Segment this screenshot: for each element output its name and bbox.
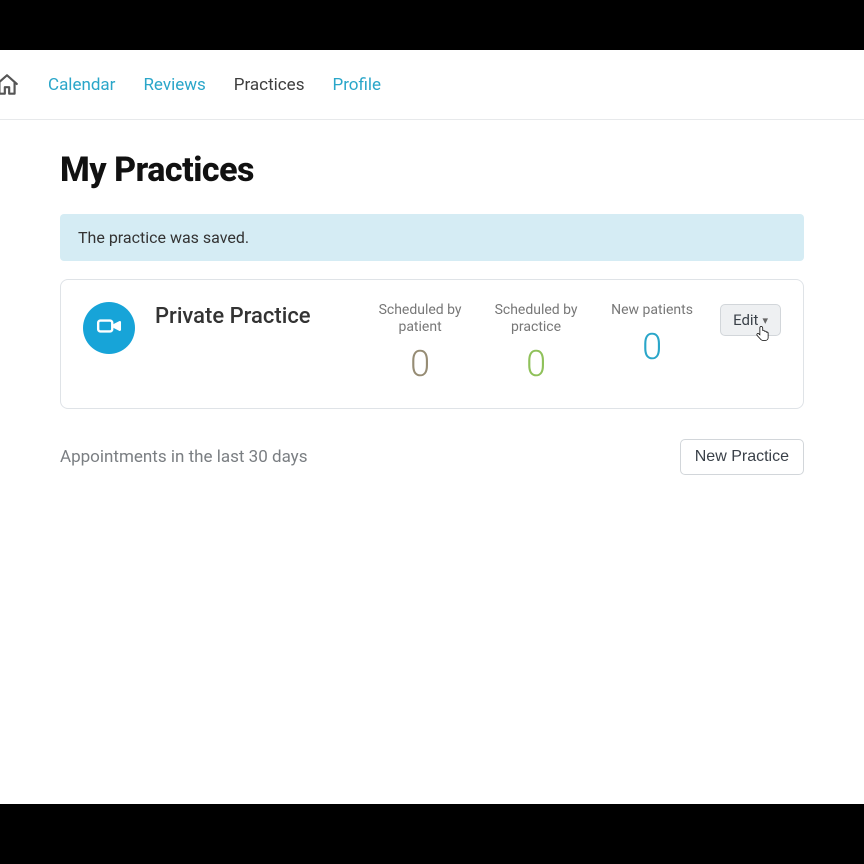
edit-button[interactable]: Edit ▾ — [720, 304, 781, 336]
stat-value: 0 — [372, 346, 468, 382]
stat-label: Scheduled by practice — [488, 302, 584, 336]
appointments-hint: Appointments in the last 30 days — [60, 447, 308, 467]
home-icon[interactable] — [0, 72, 20, 98]
practice-avatar — [83, 302, 135, 354]
success-alert: The practice was saved. — [60, 214, 804, 261]
stat-new-patients: New patients 0 — [604, 302, 700, 365]
nav-practices[interactable]: Practices — [234, 75, 305, 95]
new-practice-button[interactable]: New Practice — [680, 439, 804, 475]
practice-name: Private Practice — [155, 302, 352, 329]
stat-label: New patients — [604, 302, 700, 319]
stat-scheduled-by-practice: Scheduled by practice 0 — [488, 302, 584, 382]
edit-button-label: Edit — [733, 311, 758, 329]
bottom-row: Appointments in the last 30 days New Pra… — [60, 439, 804, 475]
video-icon — [96, 313, 122, 343]
nav-profile[interactable]: Profile — [332, 75, 381, 95]
practice-card: Private Practice Scheduled by patient 0 … — [60, 279, 804, 409]
nav-reviews[interactable]: Reviews — [143, 75, 205, 95]
stat-value: 0 — [488, 346, 584, 382]
stat-value: 0 — [604, 329, 700, 365]
app-window: Calendar Reviews Practices Profile My Pr… — [0, 50, 864, 804]
main-content: My Practices The practice was saved. Pri… — [0, 120, 864, 475]
stat-scheduled-by-patient: Scheduled by patient 0 — [372, 302, 468, 382]
top-nav: Calendar Reviews Practices Profile — [0, 50, 864, 120]
stat-label: Scheduled by patient — [372, 302, 468, 336]
nav-calendar[interactable]: Calendar — [48, 75, 115, 95]
page-title: My Practices — [60, 150, 804, 190]
chevron-down-icon: ▾ — [762, 314, 768, 327]
